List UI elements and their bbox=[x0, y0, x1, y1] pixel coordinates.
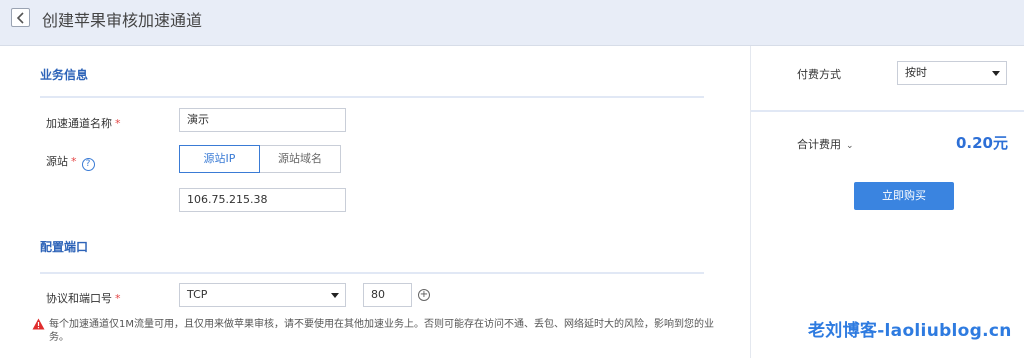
caret-down-icon bbox=[992, 71, 1000, 76]
port-input[interactable]: 80 bbox=[363, 283, 412, 307]
section-divider bbox=[40, 272, 704, 274]
billing-divider bbox=[751, 110, 1024, 112]
back-button[interactable] bbox=[11, 8, 30, 27]
page-title: 创建苹果审核加速通道 bbox=[42, 11, 203, 30]
protocol-select[interactable]: TCP bbox=[179, 283, 346, 307]
channel-name-input[interactable]: 演示 bbox=[179, 108, 346, 132]
billing-panel: 付费方式 按时 合计费用 ⌄ 0.20元 立即购买 bbox=[750, 46, 1024, 358]
notice-text: 每个加速通道仅1M流量可用，且仅用来做苹果审核，请不要使用在其他加速业务上。否则… bbox=[49, 319, 714, 343]
protocol-select-value: TCP bbox=[187, 288, 208, 301]
form-panel: 业务信息 加速通道名称 * 演示 源站 *? 源站IP 源站域名 106.75.21… bbox=[0, 46, 750, 358]
page-header: 创建苹果审核加速通道 bbox=[0, 0, 1024, 46]
protocol-port-label: 协议和端口号 * bbox=[46, 292, 121, 305]
origin-ip-input[interactable]: 106.75.215.38 bbox=[179, 188, 346, 212]
billing-method-value: 按时 bbox=[905, 66, 927, 79]
caret-down-icon bbox=[331, 293, 339, 298]
tab-origin-domain[interactable]: 源站域名 bbox=[259, 145, 341, 173]
section-title-port: 配置端口 bbox=[40, 240, 89, 254]
chevron-down-icon[interactable]: ⌄ bbox=[846, 141, 854, 151]
section-divider bbox=[40, 96, 704, 98]
channel-name-label: 加速通道名称 * bbox=[46, 117, 121, 130]
warning-icon bbox=[32, 318, 45, 330]
watermark: 老刘博客-laoliublog.cn bbox=[808, 321, 1012, 341]
tab-origin-ip[interactable]: 源站IP bbox=[179, 145, 260, 173]
chevron-left-icon bbox=[16, 12, 24, 24]
billing-method-label: 付费方式 bbox=[797, 68, 841, 81]
origin-label: 源站 *? bbox=[46, 153, 95, 171]
section-title-business: 业务信息 bbox=[40, 68, 89, 82]
total-value: 0.20元 bbox=[955, 134, 1008, 152]
total-label[interactable]: 合计费用 ⌄ bbox=[797, 136, 854, 152]
billing-method-select[interactable]: 按时 bbox=[897, 61, 1007, 85]
help-icon[interactable]: ? bbox=[81, 158, 95, 171]
buy-now-button[interactable]: 立即购买 bbox=[854, 182, 954, 210]
add-port-icon[interactable]: + bbox=[418, 289, 430, 301]
